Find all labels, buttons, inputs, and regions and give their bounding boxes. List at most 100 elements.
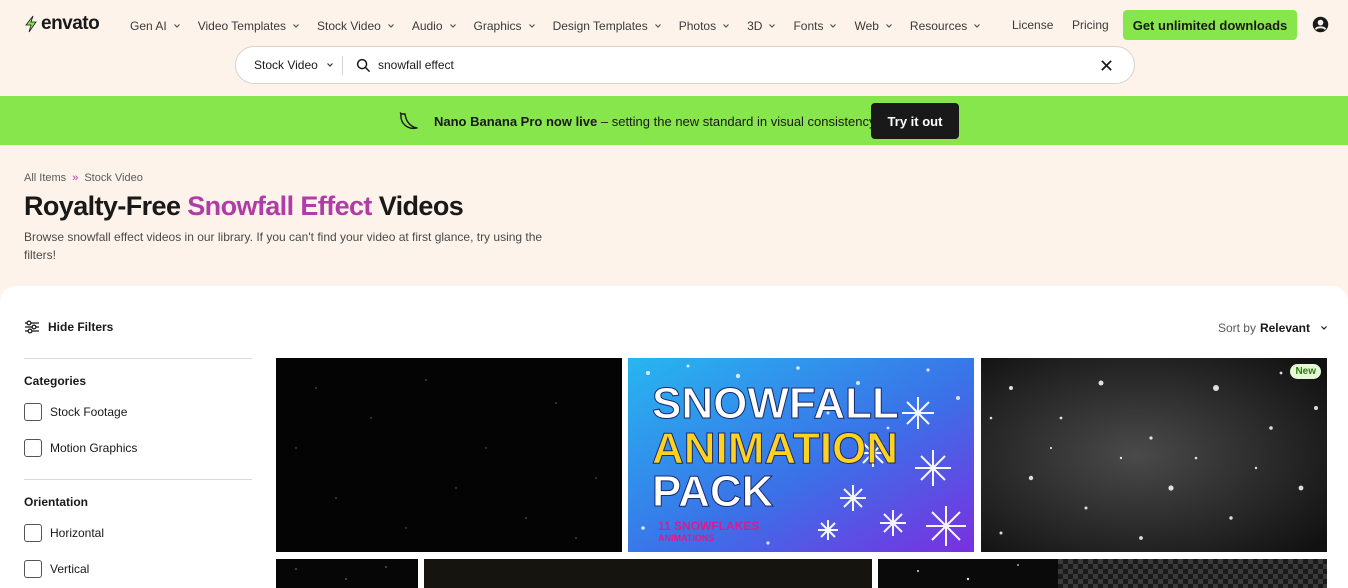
nav-label: Stock Video — [317, 19, 381, 33]
video-tile-5[interactable] — [424, 559, 872, 588]
filter-motion-graphics[interactable]: Motion Graphics — [24, 439, 137, 457]
checkbox[interactable] — [24, 439, 42, 457]
tile-thumbnail: SNOWFALL ANIMATION PACK 11 SNOWFLAKES AN… — [628, 358, 974, 552]
chevron-down-icon — [654, 24, 661, 28]
nav-label: Graphics — [473, 19, 522, 33]
filter-label: Vertical — [50, 562, 90, 576]
tile-title-line2: ANIMATION — [652, 424, 898, 473]
nav-label: Design Templates — [552, 19, 648, 33]
video-tile-1[interactable] — [276, 358, 622, 552]
chevron-down-icon — [326, 63, 333, 67]
page-title: Royalty-Free Snowfall Effect Videos — [24, 191, 464, 222]
nav-resources[interactable]: Resources — [910, 18, 981, 34]
nav-label: 3D — [747, 19, 763, 33]
breadcrumb-separator: » — [72, 172, 79, 184]
search-category-label: Stock Video — [254, 58, 318, 72]
nav-fonts[interactable]: Fonts — [793, 18, 837, 34]
categories-heading: Categories — [24, 374, 87, 388]
chevron-down-icon — [974, 24, 981, 28]
tile-thumbnail — [981, 358, 1327, 552]
chevron-down-icon — [387, 24, 394, 28]
nav-design-templates[interactable]: Design Templates — [553, 18, 662, 34]
banner-headline: Nano Banana Pro now live — [434, 114, 598, 129]
breadcrumb-all-items[interactable]: All Items — [24, 172, 66, 184]
nav-video-templates[interactable]: Video Templates — [198, 18, 300, 34]
filter-horizontal[interactable]: Horizontal — [24, 524, 104, 542]
sort-dropdown[interactable]: Sort by Relevant — [1218, 321, 1328, 335]
checkbox[interactable] — [24, 560, 42, 578]
video-tile-4[interactable] — [276, 559, 418, 588]
nav-graphics[interactable]: Graphics — [474, 18, 536, 34]
search-icon[interactable] — [356, 58, 371, 73]
search-category-select[interactable]: Stock Video — [254, 58, 334, 72]
chevron-down-icon — [1321, 326, 1327, 330]
promo-banner: Nano Banana Pro now live – setting the n… — [0, 96, 1348, 145]
nav-label: Photos — [678, 19, 717, 33]
envato-logo[interactable]: envato — [24, 13, 100, 35]
chevron-down-icon — [723, 24, 730, 28]
nav-photos[interactable]: Photos — [679, 18, 730, 34]
chevron-down-icon — [769, 24, 776, 28]
results-panel: Hide Filters Sort by Relevant Categories… — [0, 286, 1348, 588]
filter-stock-footage[interactable]: Stock Footage — [24, 403, 127, 421]
nav-label: Resources — [909, 19, 968, 33]
search-input[interactable] — [378, 55, 1078, 75]
nav-label: Audio — [411, 19, 443, 33]
checkbox[interactable] — [24, 403, 42, 421]
tile-caption-line1: 11 SNOWFLAKES — [658, 519, 759, 533]
title-prefix: Royalty-Free — [24, 191, 188, 221]
filter-label: Horizontal — [50, 526, 105, 540]
get-unlimited-downloads-button[interactable]: Get unlimited downloads — [1123, 10, 1297, 40]
search-divider — [342, 56, 343, 75]
filters-divider — [24, 479, 252, 480]
chevron-down-icon — [173, 24, 180, 28]
chevron-down-icon — [885, 24, 892, 28]
pricing-link[interactable]: Pricing — [1072, 18, 1109, 32]
top-header: envato Gen AI Video Templates Stock Vide… — [0, 0, 1348, 96]
video-tile-6[interactable] — [878, 559, 1327, 588]
nav-web[interactable]: Web — [854, 18, 892, 34]
tile-thumbnail — [295, 566, 387, 580]
breadcrumb: All Items » Stock Video — [24, 172, 143, 184]
filter-vertical[interactable]: Vertical — [24, 560, 89, 578]
hide-filters-button[interactable]: Hide Filters — [24, 320, 113, 334]
video-tile-2[interactable]: SNOWFALL ANIMATION PACK 11 SNOWFLAKES AN… — [628, 358, 974, 552]
orientation-heading: Orientation — [24, 495, 89, 509]
filter-label: Motion Graphics — [50, 441, 138, 455]
filter-sliders-icon — [25, 320, 39, 334]
tile-title-line1: SNOWFALL — [652, 379, 899, 428]
nav-label: Gen AI — [130, 19, 167, 33]
breadcrumb-stock-video[interactable]: Stock Video — [84, 172, 143, 184]
filters-divider — [24, 358, 252, 359]
main-nav: Gen AI Video Templates Stock Video Audio… — [130, 18, 998, 34]
nav-gen-ai[interactable]: Gen AI — [130, 18, 181, 34]
search-bar: Stock Video — [235, 46, 1135, 84]
envato-leaf-icon — [25, 15, 37, 33]
chevron-down-icon — [293, 24, 299, 28]
account-icon[interactable] — [1312, 16, 1329, 33]
page-description: Browse snowfall effect videos in our lib… — [24, 230, 543, 262]
video-tile-3[interactable]: New — [981, 358, 1327, 552]
nav-label: Video Templates — [197, 19, 286, 33]
nav-audio[interactable]: Audio — [412, 18, 457, 34]
tile-title-line3: PACK — [652, 467, 774, 516]
hide-filters-label: Hide Filters — [48, 320, 114, 334]
banana-icon — [399, 112, 418, 130]
banner-subtext: – setting the new standard in visual con… — [597, 114, 879, 129]
tile-thumbnail — [917, 559, 1327, 588]
sort-label: Sort by — [1217, 321, 1256, 335]
nav-stock-video[interactable]: Stock Video — [317, 18, 395, 34]
new-badge: New — [1290, 364, 1321, 379]
title-suffix: Videos — [371, 191, 464, 221]
nav-label: Web — [854, 19, 879, 33]
nav-label: Fonts — [793, 19, 824, 33]
chevron-down-icon — [528, 24, 535, 28]
nav-3d[interactable]: 3D — [747, 18, 776, 34]
checkbox[interactable] — [24, 524, 42, 542]
tile-thumbnail — [295, 379, 597, 539]
clear-search-icon[interactable] — [1100, 59, 1113, 72]
chevron-down-icon — [449, 24, 456, 28]
license-link[interactable]: License — [1012, 18, 1053, 32]
try-it-out-button[interactable]: Try it out — [871, 103, 959, 139]
chevron-down-icon — [830, 24, 837, 28]
